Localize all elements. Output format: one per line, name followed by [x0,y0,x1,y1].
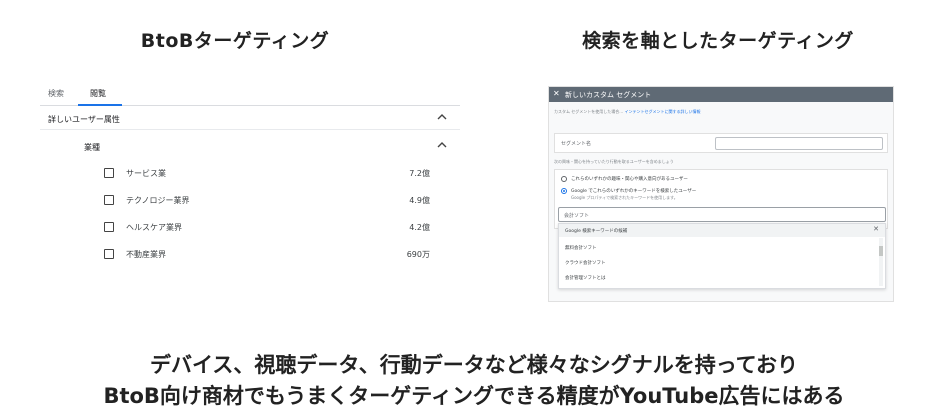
subsection-label: 業種 [84,143,100,152]
suggestions-header: Google 検索キーワードの候補 ✕ [559,224,885,237]
segment-name-row: セグメント名 [554,133,888,153]
tab-bar: 検索 閲覧 [40,84,460,106]
keyword-input-value: 会計ソフト [564,213,590,219]
suggestion-item[interactable]: 会計管理ソフトとは [565,275,606,281]
option-label: Google でこれらのいずれかのキーワードを検索したユーザー [571,189,697,194]
checkbox[interactable] [104,168,114,178]
item-reach: 4.2億 [409,223,430,232]
tab-browse[interactable]: 閲覧 [90,88,106,99]
list-item[interactable]: テクノロジー業界 4.9億 [40,189,460,211]
custom-segment-dialog: ✕ 新しいカスタム セグメント カスタム セグメントを使用した場合… インテント… [548,86,894,302]
intro-text: カスタム セグメントを使用した場合… インテントセグメントに関する詳しい情報 [554,109,701,114]
list-item[interactable]: サービス業 7.2億 [40,162,460,184]
suggestion-item[interactable]: 無料会計ソフト [565,245,597,251]
section-label: 詳しいユーザー属性 [48,115,120,124]
section-detailed-demographics[interactable]: 詳しいユーザー属性 [40,108,460,130]
segment-name-input[interactable] [715,137,883,150]
chevron-up-icon[interactable] [436,139,448,151]
list-item[interactable]: ヘルスケア業界 4.2億 [40,216,460,238]
subsection-industry[interactable]: 業種 [40,136,460,158]
question-text: 次の興味・関心を持っていたり行動を取るユーザーを含めましょう [554,159,674,164]
active-tab-indicator [78,104,122,106]
caption-line-1: デバイス、視聴データ、行動データなど様々なシグナルを持っており [149,353,799,377]
option-label: これらのいずれかの趣味・関心や購入意向があるユーザー [571,177,688,182]
item-reach: 7.2億 [409,169,430,178]
caption-line-2: BtoB向け商材でもうまくターゲティングできる精度がYouTube広告にはある [103,384,845,408]
item-reach: 690万 [406,250,430,259]
radio-interests[interactable] [561,176,567,182]
scrollbar[interactable] [879,238,883,286]
item-name: 不動産業界 [126,250,166,259]
close-icon[interactable]: ✕ [873,225,879,233]
right-heading: 検索を軸としたターゲティング [582,30,854,52]
dialog-header: ✕ 新しいカスタム セグメント [549,87,893,102]
radio-search-terms[interactable] [561,188,567,194]
suggestion-item[interactable]: クラウド会計ソフト [565,260,606,266]
keyword-suggestions: Google 検索キーワードの候補 ✕ 無料会計ソフト クラウド会計ソフト 会計… [558,223,886,289]
close-icon[interactable]: ✕ [553,89,560,98]
dialog-title: 新しいカスタム セグメント [565,91,652,99]
segment-name-label: セグメント名 [561,141,592,147]
item-name: テクノロジー業界 [126,196,190,205]
item-reach: 4.9億 [409,196,430,205]
item-name: サービス業 [126,169,166,178]
chevron-up-icon[interactable] [436,111,448,123]
audience-panel: 検索 閲覧 詳しいユーザー属性 業種 サービス業 7.2億 テクノロジー業界 4… [40,80,460,270]
tab-search[interactable]: 検索 [48,88,64,99]
keyword-input[interactable]: 会計ソフト [558,207,886,222]
scrollbar-thumb[interactable] [879,246,883,256]
item-name: ヘルスケア業界 [126,223,182,232]
option-note: Google プロパティで検索されたキーワードを使用します。 [571,195,678,200]
intro-link[interactable]: インテントセグメントに関する詳しい情報 [625,109,701,114]
checkbox[interactable] [104,222,114,232]
left-heading: BtoBターゲティング [140,30,330,52]
suggestions-title: Google 検索キーワードの候補 [565,229,628,234]
list-item[interactable]: 不動産業界 690万 [40,243,460,265]
checkbox[interactable] [104,249,114,259]
checkbox[interactable] [104,195,114,205]
